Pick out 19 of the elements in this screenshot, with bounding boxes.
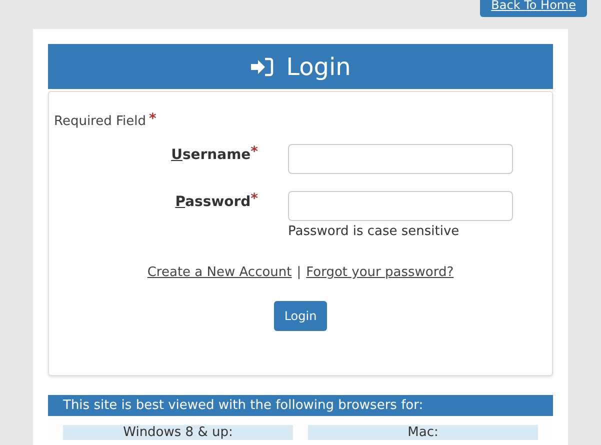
required-note: Required Field	[54, 113, 146, 131]
field-hint: Password is case sensitive	[288, 222, 460, 240]
field-label: Username	[171, 146, 251, 164]
sign-in-icon	[250, 56, 274, 76]
account-link[interactable]: Create a New Account	[147, 263, 292, 282]
back-to-home-button[interactable]: Back To Home	[480, 0, 587, 17]
platform-heading: Mac:	[308, 425, 538, 440]
platform-heading: Windows 8 & up:	[63, 425, 293, 440]
login-button[interactable]: Login	[274, 300, 327, 330]
browsers-bar: This site is best viewed with the following browsers for:	[48, 395, 553, 416]
text-input-field[interactable]	[288, 190, 513, 220]
text-input-field[interactable]	[288, 144, 513, 174]
required-mark: *	[250, 144, 258, 158]
required-mark: *	[250, 192, 258, 206]
account-link[interactable]: Forgot your password?	[306, 263, 454, 282]
field-label: Password	[175, 192, 251, 212]
required-mark: *	[149, 112, 156, 126]
link-separator: |	[296, 264, 302, 282]
login-title: Login	[286, 52, 351, 82]
